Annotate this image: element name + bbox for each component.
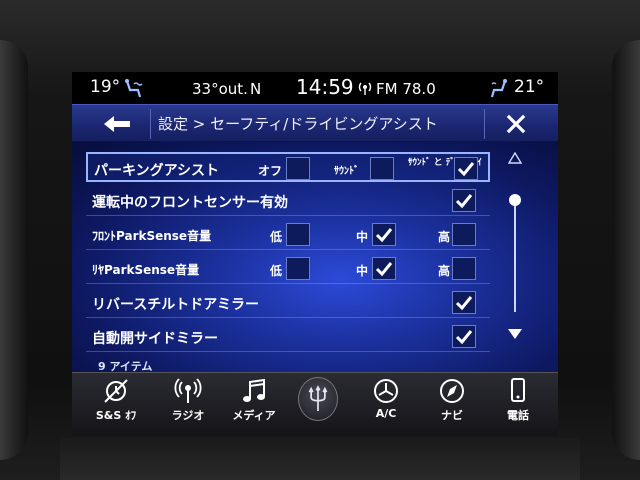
row-label: ﾘﾔParkSense音量: [92, 263, 200, 277]
music-note-icon: [243, 378, 265, 402]
trident-logo-icon: [308, 385, 328, 411]
seat-temp-left[interactable]: 19°: [90, 77, 120, 97]
checkbox-reverse-tilt-mirror[interactable]: [452, 291, 476, 314]
checkbox-off[interactable]: [286, 157, 310, 180]
checkmark-icon: [455, 295, 473, 310]
option-label: 低: [270, 230, 283, 244]
checkbox-high[interactable]: [452, 223, 476, 246]
checkbox-low[interactable]: [286, 257, 310, 280]
checkmark-icon: [455, 329, 473, 344]
seat-temp-right[interactable]: 21°: [514, 77, 544, 97]
nav-label: ナビ: [441, 409, 463, 422]
row-label: 運転中のフロントセンサー有効: [92, 195, 288, 211]
back-arrow-icon: [104, 116, 130, 132]
settings-list: パーキングアシスト オフ ｻｳﾝﾄﾞ ｻｳﾝﾄﾞ と ﾃﾞｨｽﾌﾟﾚｲ 運転中の…: [72, 142, 558, 372]
scroll-down-icon[interactable]: [507, 328, 523, 340]
nav-phone-button[interactable]: 電話: [488, 377, 548, 433]
checkmark-icon: [457, 161, 475, 176]
nav-label: 電話: [507, 409, 529, 422]
page-header: 設定 > セーフティ/ドライビングアシスト: [72, 104, 558, 142]
status-bar: 19° 33°out. N 14:59 FM 78.0 21°: [72, 72, 558, 104]
scroll-up-icon[interactable]: [508, 152, 522, 164]
checkmark-icon: [375, 227, 393, 242]
checkbox-front-sensor[interactable]: [452, 189, 476, 212]
checkbox-mid[interactable]: [372, 257, 396, 280]
checkbox-high[interactable]: [452, 257, 476, 280]
nav-media-button[interactable]: メディア: [224, 377, 284, 433]
back-button[interactable]: [86, 109, 148, 139]
checkmark-icon: [455, 193, 473, 208]
scrollbar[interactable]: [500, 152, 530, 372]
row-label: パーキングアシスト: [94, 163, 220, 179]
list-item-front-parksense-volume[interactable]: ﾌﾛﾝﾄParkSense音量 低 中 高: [86, 220, 490, 250]
nav-label: メディア: [232, 409, 276, 422]
nav-navi-button[interactable]: ナビ: [422, 377, 482, 433]
outside-temp: 33°out.: [192, 80, 248, 98]
checkbox-sound[interactable]: [370, 157, 394, 180]
home-logo-button[interactable]: [298, 377, 338, 421]
scroll-track[interactable]: [514, 202, 516, 312]
seat-heat-right-icon[interactable]: [490, 78, 510, 100]
nav-radio-button[interactable]: ラジオ: [158, 377, 218, 433]
bottom-nav-bar: S&S ｵﾌ ラジオ メディア A/C ナビ 電話: [72, 372, 558, 436]
checkbox-mid[interactable]: [372, 223, 396, 246]
option-label: 高: [438, 264, 451, 278]
option-label: 高: [438, 230, 451, 244]
radio-station: FM 78.0: [376, 80, 436, 98]
bezel-bottom: [60, 438, 580, 480]
list-item-parking-assist[interactable]: パーキングアシスト オフ ｻｳﾝﾄﾞ ｻｳﾝﾄﾞ と ﾃﾞｨｽﾌﾟﾚｲ: [86, 152, 490, 182]
right-vent: [612, 40, 640, 460]
checkbox-auto-fold-mirror[interactable]: [452, 325, 476, 348]
left-vent: [0, 40, 28, 460]
nav-ac-button[interactable]: A/C: [356, 377, 416, 433]
scroll-thumb[interactable]: [509, 194, 521, 206]
list-item-reverse-tilt-mirror[interactable]: リバースチルトドアミラー: [86, 288, 490, 318]
list-item-rear-parksense-volume[interactable]: ﾘﾔParkSense音量 低 中 高: [86, 254, 490, 284]
compass-heading: N: [250, 80, 262, 98]
header-divider: [150, 109, 151, 139]
compass-icon: [440, 379, 464, 403]
row-label: ﾌﾛﾝﾄParkSense音量: [92, 229, 212, 243]
option-label: 中: [356, 264, 369, 278]
infotainment-screen: 19° 33°out. N 14:59 FM 78.0 21° 設定 > セーフ…: [72, 72, 558, 436]
nav-label: ラジオ: [171, 409, 205, 422]
checkbox-low[interactable]: [286, 223, 310, 246]
climate-icon: [374, 379, 398, 403]
header-divider: [484, 109, 485, 139]
radio-signal-icon: [356, 80, 374, 96]
option-label: オフ: [258, 164, 283, 178]
row-label: リバースチルトドアミラー: [92, 297, 260, 313]
row-label: 自動開サイドミラー: [92, 331, 218, 347]
page-title: 設定 > セーフティ/ドライビングアシスト: [158, 115, 438, 133]
list-item-auto-fold-mirror[interactable]: 自動開サイドミラー: [86, 322, 490, 352]
nav-ss-off-button[interactable]: S&S ｵﾌ: [86, 377, 146, 433]
checkbox-sound-and-display[interactable]: [454, 157, 478, 180]
start-stop-off-icon: [104, 379, 128, 403]
nav-label: S&S ｵﾌ: [95, 409, 137, 422]
phone-icon: [511, 378, 525, 402]
option-label: 低: [270, 264, 283, 278]
nav-label: A/C: [375, 407, 397, 420]
radio-icon: [174, 378, 202, 403]
close-button[interactable]: [488, 109, 544, 139]
option-label: 中: [356, 230, 369, 244]
seat-heat-left-icon[interactable]: [122, 78, 144, 100]
checkmark-icon: [375, 261, 393, 276]
option-label: ｻｳﾝﾄﾞ と ﾃﾞｨｽﾌﾟﾚｲ: [408, 158, 482, 168]
list-item-front-sensor[interactable]: 運転中のフロントセンサー有効: [86, 186, 490, 216]
clock: 14:59: [296, 75, 354, 99]
close-icon: [506, 114, 526, 134]
option-label: ｻｳﾝﾄﾞ: [334, 166, 359, 177]
